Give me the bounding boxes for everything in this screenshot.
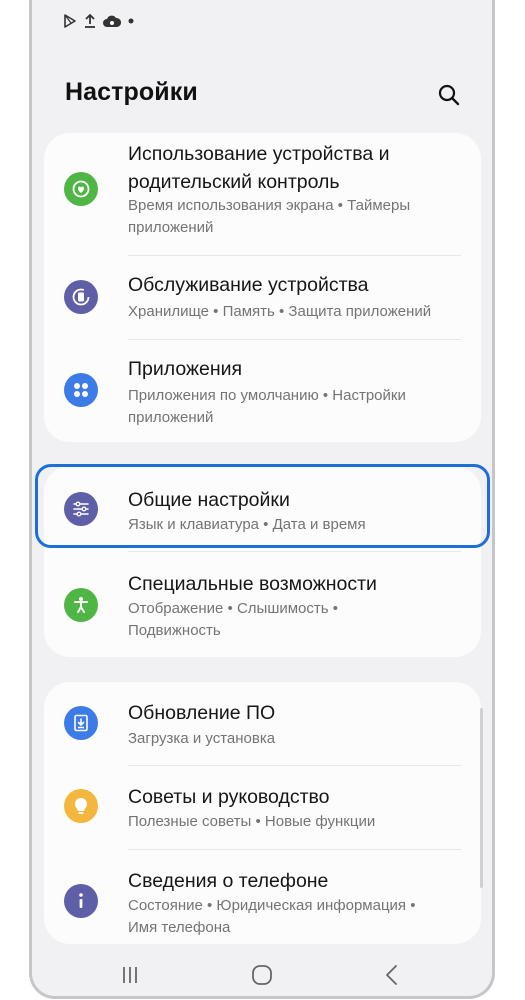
list-item-title: Советы и руководство bbox=[128, 786, 330, 808]
highlight-frame bbox=[35, 464, 490, 548]
page-title: Настройки bbox=[65, 78, 198, 106]
list-item-subtitle: Состояние • Юридическая информация • bbox=[128, 897, 416, 914]
scrollbar[interactable] bbox=[480, 708, 483, 888]
list-item-accessibility[interactable]: Специальные возможности Отображение • Сл… bbox=[44, 552, 481, 657]
accessibility-icon bbox=[64, 588, 98, 622]
back-icon bbox=[386, 965, 397, 985]
list-item-device-usage[interactable]: Использование устройства и родительский … bbox=[44, 133, 481, 253]
status-bar bbox=[63, 11, 134, 31]
list-item-title: Сведения о телефоне bbox=[128, 870, 329, 892]
recent-apps-button[interactable] bbox=[115, 962, 145, 988]
list-item-title: родительский контроль bbox=[128, 171, 340, 193]
search-icon bbox=[438, 84, 460, 106]
list-item-tips[interactable]: Советы и руководство Полезные советы • Н… bbox=[44, 766, 481, 848]
list-item-title: Специальные возможности bbox=[128, 573, 377, 595]
info-icon bbox=[64, 884, 98, 918]
software-update-icon bbox=[64, 706, 98, 740]
list-item-title: Использование устройства и bbox=[128, 143, 390, 165]
list-item-software-update[interactable]: Обновление ПО Загрузка и установка bbox=[44, 682, 481, 764]
home-icon bbox=[252, 965, 272, 985]
list-item-title: Приложения bbox=[128, 358, 243, 380]
digital-wellbeing-icon bbox=[64, 172, 98, 206]
list-item-title: Обслуживание устройства bbox=[128, 274, 369, 296]
home-button[interactable] bbox=[247, 962, 277, 988]
list-item-subtitle: Полезные советы • Новые функции bbox=[128, 813, 376, 830]
settings-card-1: Использование устройства и родительский … bbox=[44, 133, 481, 442]
navigation-bar bbox=[32, 948, 492, 996]
list-item-subtitle: Подвижность bbox=[128, 622, 221, 639]
list-item-subtitle: приложений bbox=[128, 219, 214, 236]
search-button[interactable] bbox=[434, 80, 464, 110]
list-item-subtitle: приложений bbox=[128, 409, 214, 426]
recent-apps-icon bbox=[123, 967, 137, 983]
lightbulb-icon bbox=[64, 789, 98, 823]
apps-icon bbox=[64, 373, 98, 407]
back-button[interactable] bbox=[377, 962, 407, 988]
list-item-subtitle: Загрузка и установка bbox=[128, 730, 276, 747]
list-item-subtitle: Хранилище • Память • Защита приложений bbox=[128, 303, 432, 320]
list-item-subtitle: Отображение • Слышимость • bbox=[128, 600, 338, 617]
list-item-title: Обновление ПО bbox=[128, 702, 276, 724]
list-item-subtitle: Имя телефона bbox=[128, 919, 231, 936]
device-care-icon bbox=[64, 280, 98, 314]
play-store-icon bbox=[63, 14, 77, 28]
list-item-about-phone[interactable]: Сведения о телефоне Состояние • Юридичес… bbox=[44, 850, 481, 944]
list-item-device-care[interactable]: Обслуживание устройства Хранилище • Памя… bbox=[44, 256, 481, 338]
list-item-subtitle: Приложения по умолчанию • Настройки bbox=[128, 387, 406, 404]
list-item-subtitle: Время использования экрана • Таймеры bbox=[128, 197, 411, 214]
phone-screen: Настройки Использование устройства и род… bbox=[29, 0, 495, 999]
settings-card-3: Обновление ПО Загрузка и установка Совет… bbox=[44, 682, 481, 944]
list-item-apps[interactable]: Приложения Приложения по умолчанию • Нас… bbox=[44, 340, 481, 442]
notification-dot-icon bbox=[128, 18, 134, 24]
upload-icon bbox=[84, 14, 96, 28]
cloud-sync-icon bbox=[103, 15, 121, 28]
